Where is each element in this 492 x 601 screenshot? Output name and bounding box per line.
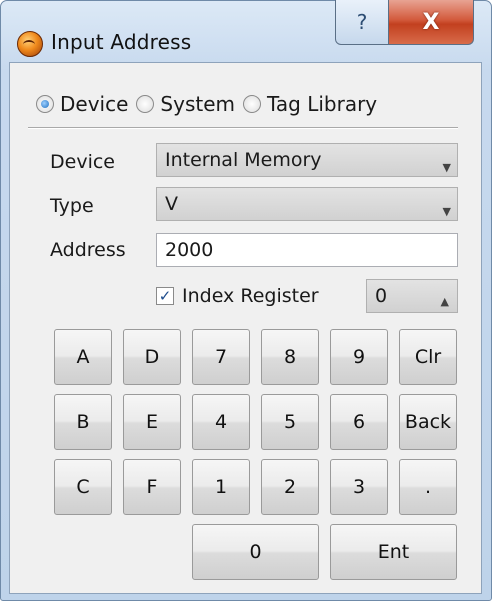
radio-device[interactable]: Device — [36, 92, 128, 116]
type-dropdown[interactable]: V ▼ — [156, 187, 458, 221]
device-dropdown[interactable]: Internal Memory ▼ — [156, 143, 458, 177]
address-input[interactable]: 2000 — [156, 233, 458, 267]
radio-label: Tag Library — [267, 92, 378, 116]
key-e[interactable]: E — [123, 394, 181, 450]
key-3[interactable]: 3 — [330, 459, 388, 515]
key-enter[interactable]: Ent — [330, 524, 457, 580]
key-a[interactable]: A — [54, 329, 112, 385]
close-icon: X — [422, 9, 440, 35]
help-button[interactable]: ? — [335, 0, 389, 45]
close-button[interactable]: X — [388, 0, 474, 45]
radio-button-icon — [36, 95, 54, 113]
index-register-checkbox[interactable]: ✓ — [156, 287, 174, 305]
key-7[interactable]: 7 — [192, 329, 250, 385]
type-label: Type — [50, 195, 94, 217]
key-1[interactable]: 1 — [192, 459, 250, 515]
key-b[interactable]: B — [54, 394, 112, 450]
key-0[interactable]: 0 — [192, 524, 319, 580]
source-radio-group: Device System Tag Library — [36, 91, 385, 117]
key-9[interactable]: 9 — [330, 329, 388, 385]
index-register-value: 0 — [375, 285, 388, 307]
index-register-label: Index Register — [182, 285, 319, 307]
divider — [28, 127, 458, 129]
radio-label: System — [160, 92, 235, 116]
type-value: V — [165, 193, 178, 215]
title-bar[interactable]: Input Address ? X — [1, 0, 491, 59]
key-clear[interactable]: Clr — [399, 329, 457, 385]
key-8[interactable]: 8 — [261, 329, 319, 385]
spin-up-icon[interactable]: ▲ — [441, 286, 449, 318]
key-2[interactable]: 2 — [261, 459, 319, 515]
address-label: Address — [50, 239, 126, 261]
question-mark-icon: ? — [356, 10, 368, 34]
key-dot[interactable]: . — [399, 459, 457, 515]
key-4[interactable]: 4 — [192, 394, 250, 450]
key-5[interactable]: 5 — [261, 394, 319, 450]
radio-button-icon — [243, 95, 261, 113]
input-address-dialog: Input Address ? X Device System Tag Libr… — [0, 0, 492, 601]
key-c[interactable]: C — [54, 459, 112, 515]
app-orb-icon — [17, 31, 43, 57]
index-register-checkbox-row[interactable]: ✓ Index Register — [156, 285, 319, 307]
key-back[interactable]: Back — [399, 394, 457, 450]
device-label: Device — [50, 151, 115, 173]
device-value: Internal Memory — [165, 149, 322, 171]
radio-tag-library[interactable]: Tag Library — [243, 92, 377, 116]
radio-button-icon — [136, 95, 155, 113]
dialog-body: Device System Tag Library Device Interna… — [9, 62, 482, 594]
window-title: Input Address — [51, 30, 192, 54]
chevron-down-icon: ▼ — [442, 161, 451, 174]
key-6[interactable]: 6 — [330, 394, 388, 450]
key-f[interactable]: F — [123, 459, 181, 515]
key-d[interactable]: D — [123, 329, 181, 385]
radio-label: Device — [60, 92, 129, 116]
index-register-spinner[interactable]: 0 ▲ — [366, 279, 458, 313]
radio-system[interactable]: System — [136, 92, 235, 116]
chevron-down-icon: ▼ — [442, 205, 451, 218]
